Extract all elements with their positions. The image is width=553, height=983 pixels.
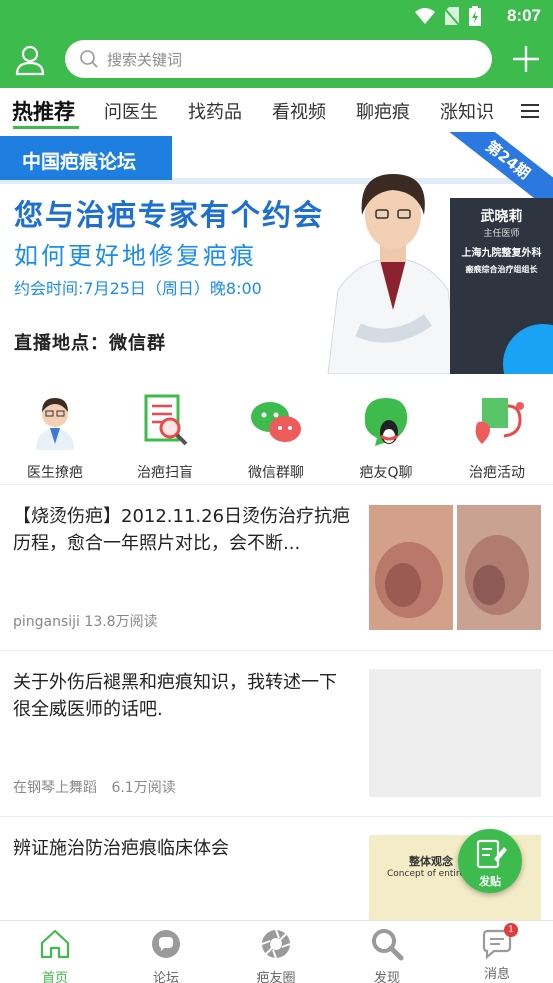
search-input[interactable]: 搜索关键词 [65, 40, 492, 78]
nav-forum-label: 论坛 [152, 971, 179, 983]
tab-ask-doctor[interactable]: 问医生 [104, 98, 158, 124]
quick-link-activities[interactable]: 治疤活动 [452, 392, 542, 482]
discover-search-icon [372, 929, 404, 961]
article-thumbnail [369, 505, 541, 630]
nav-discover[interactable]: 发现 [347, 927, 427, 983]
doctor-icon [36, 398, 74, 450]
doctor-hospital-line-2: 瘢痕综合治疗组组长 [465, 265, 538, 274]
tab-scar-chat[interactable]: 聊疤痕 [356, 98, 410, 124]
quick-link-doctor-label: 医生撩疤 [27, 465, 83, 481]
home-icon [40, 929, 70, 959]
nav-forum[interactable]: 论坛 [126, 927, 206, 983]
top-header: 搜索关键词 [0, 32, 553, 88]
tab-hot-recommend[interactable]: 热推荐 [12, 96, 75, 126]
bottom-navigation: 首页 论坛 疤友圈 发现 1 消息 [0, 920, 553, 983]
wifi-icon [415, 8, 435, 24]
doctor-name: 武晓莉 [480, 209, 523, 225]
banner-title: 您与治疤专家有个约会 [14, 198, 325, 232]
user-profile-icon[interactable] [12, 42, 48, 78]
active-tab-indicator [13, 126, 79, 129]
status-icons [415, 6, 481, 26]
decorative-circle [503, 324, 553, 374]
add-icon[interactable] [509, 42, 543, 76]
forum-icon [152, 930, 180, 958]
doctor-info-panel: 武晓莉 主任医师 上海九院整复外科 瘢痕综合治疗组组长 [450, 198, 553, 374]
article-reads: 13.8万阅读 [84, 614, 158, 630]
tab-knowledge[interactable]: 涨知识 [440, 98, 494, 124]
article-item[interactable]: 关于外伤后褪黑和疤痕知识，我转述一下很全威医师的话吧. 在钢琴上舞蹈 6.1万阅… [0, 651, 553, 815]
thumb-text-1: 整体观念 [409, 855, 453, 868]
edit-note-icon [476, 839, 507, 869]
article-thumbnail-placeholder [369, 669, 541, 797]
tab-menu-button[interactable] [515, 96, 545, 126]
tab-find-medicine[interactable]: 找药品 [188, 98, 242, 124]
doctor-portrait-image [327, 174, 459, 374]
aperture-icon [261, 929, 291, 959]
banner-time: 约会时间:7月25日（周日）晚8:00 [14, 279, 262, 298]
article-title: 辨证施治防治疤痕临床体会 [13, 838, 229, 859]
quick-link-qq-label: 疤友Q聊 [359, 465, 413, 481]
nav-scar-circle[interactable]: 疤友圈 [236, 927, 316, 983]
status-bar: 8:07 [0, 0, 553, 32]
article-author: pingansiji [13, 614, 80, 630]
quick-link-wechat-label: 微信群聊 [248, 465, 304, 481]
article-item[interactable]: 【烧烫伤疤】2012.11.26日烫伤治疗抗疤历程，愈合一年照片对比，会不断..… [0, 485, 553, 649]
status-time: 8:07 [506, 6, 541, 25]
article-title: 【烧烫伤疤】2012.11.26日烫伤治疗抗疤历程，愈合一年照片对比，会不断..… [13, 506, 351, 554]
quick-link-qq[interactable]: 疤友Q聊 [341, 392, 431, 482]
nav-discover-label: 发现 [373, 971, 400, 983]
nav-messages-label: 消息 [483, 967, 510, 982]
message-icon-wrap: 1 [480, 923, 518, 961]
nav-scar-circle-label: 疤友圈 [256, 971, 296, 983]
quick-link-activities-label: 治疤活动 [469, 465, 525, 481]
create-post-button[interactable]: 发贴 [458, 829, 522, 893]
nav-home-label: 首页 [41, 971, 68, 983]
article-meta: 在钢琴上舞蹈 6.1万阅读 [13, 777, 176, 797]
search-placeholder: 搜索关键词 [107, 51, 183, 69]
unread-badge: 1 [504, 923, 518, 937]
quick-link-basics-label: 治疤扫盲 [137, 465, 193, 481]
checklist-magnifier-icon [144, 394, 188, 446]
doctor-hospital: 上海九院整复外科 瘢痕综合治疗组组长 [450, 246, 553, 278]
promo-banner[interactable]: 中国疤痕论坛 第24期 您与治疤专家有个约会 如何更好地修复疤痕 约会时间:7月… [0, 132, 553, 374]
create-post-label: 发贴 [479, 875, 501, 888]
category-tabs: 热推荐 问医生 找药品 看视频 聊疤痕 涨知识 [0, 88, 553, 132]
article-title: 关于外伤后褪黑和疤痕知识，我转述一下很全威医师的话吧. [13, 672, 337, 720]
stethoscope-heart-icon [475, 398, 524, 444]
menu-icon [521, 104, 539, 118]
qq-icon [364, 398, 408, 446]
quick-link-basics[interactable]: 治疤扫盲 [120, 392, 210, 482]
nav-home[interactable]: 首页 [15, 927, 95, 983]
doctor-hospital-line-1: 上海九院整复外科 [461, 248, 542, 259]
banner-place: 直播地点：微信群 [14, 333, 166, 354]
nav-messages[interactable]: 1 消息 [457, 923, 537, 982]
doctor-title: 主任医师 [483, 229, 520, 239]
article-meta: pingansiji 13.8万阅读 [13, 611, 158, 631]
search-icon [80, 50, 98, 68]
quick-link-wechat[interactable]: 微信群聊 [231, 392, 321, 482]
quick-links: 医生撩疤 治疤扫盲 微信群聊 疤友Q聊 治疤活动 [0, 374, 553, 484]
burn-scar-photo [369, 505, 541, 630]
banner-subtitle: 如何更好地修复疤痕 [14, 242, 257, 270]
wechat-icon [251, 402, 301, 442]
article-reads: 6.1万阅读 [111, 780, 176, 796]
battery-charging-icon [469, 6, 481, 26]
no-sim-icon [445, 7, 459, 25]
article-author: 在钢琴上舞蹈 [13, 780, 97, 796]
quick-link-doctor[interactable]: 医生撩疤 [10, 392, 100, 482]
banner-forum-tag: 中国疤痕论坛 [0, 136, 172, 180]
tab-videos[interactable]: 看视频 [272, 98, 326, 124]
